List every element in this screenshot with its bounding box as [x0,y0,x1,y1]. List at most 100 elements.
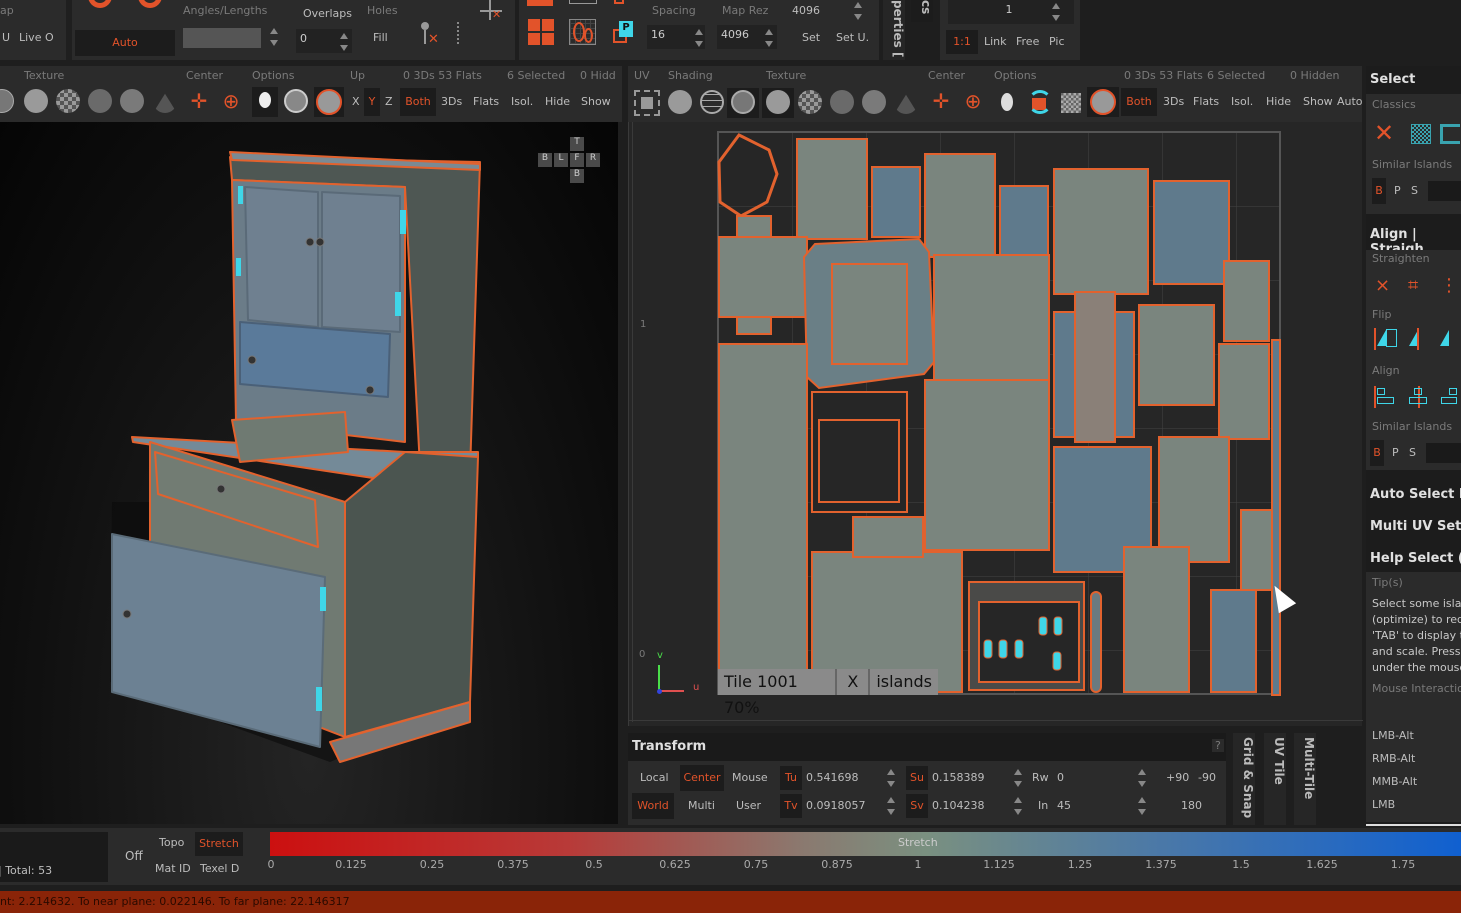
select-title[interactable]: Select [1370,72,1415,87]
similar-b-button[interactable]: B [1372,178,1386,204]
pack-icon-2[interactable] [138,0,162,8]
multi-button[interactable]: Multi [688,799,715,812]
mouse-button[interactable]: Mouse [732,771,768,784]
layout-icon[interactable] [527,0,553,6]
plus90-button[interactable]: +90 [1166,771,1189,784]
wireframe-sphere-icon[interactable] [0,89,14,113]
uv-flat-sphere-icon[interactable] [668,90,692,114]
uv-threeds-button[interactable]: 3Ds [1163,95,1184,108]
mat-id-button[interactable]: Mat ID [155,862,191,875]
top-value-spinner[interactable] [1052,3,1060,21]
auto-button[interactable]: Auto [75,30,175,56]
auto-select-title[interactable]: Auto Select Is [1370,487,1461,502]
both-button[interactable]: Both [400,88,436,116]
transform-help-button[interactable]: ? [1212,739,1224,752]
set-u-button[interactable]: Set U. [836,31,869,44]
grid-icon[interactable] [569,0,597,4]
off-button[interactable]: Off [125,849,143,863]
link-button[interactable]: Link [984,35,1007,48]
axis-y-button[interactable]: Y [364,88,380,116]
pack-icon-1[interactable] [88,0,112,8]
dotted-line-icon[interactable] [457,22,459,44]
tv-spinner[interactable] [887,797,895,815]
live-button[interactable]: Live O [19,31,54,44]
frame-icon[interactable] [634,90,660,116]
uv-light-icon[interactable] [1001,93,1013,111]
uv-wire-sphere-icon[interactable] [700,90,724,114]
uv-wireshade-wrap[interactable] [727,88,759,118]
navcube-right[interactable]: R [586,153,600,167]
uv-mountain-icon[interactable] [894,94,918,114]
select-all-icon[interactable] [1411,124,1431,144]
pin-remove-icon[interactable]: ✕ [420,22,439,47]
ring-sphere-icon[interactable] [284,89,308,113]
angles-spinner[interactable] [270,28,278,46]
su-spinner[interactable] [1014,769,1022,787]
straighten-v-icon[interactable]: ⋮ [1440,275,1458,296]
fill-button[interactable]: Fill [373,31,388,44]
similar-b-button-2[interactable]: B [1370,440,1384,466]
navcube-back[interactable]: B [538,153,552,167]
uv-viewport[interactable]: 1 0 v u Tile 1001 70% X islands [628,122,1363,726]
isol-button[interactable]: Isol. [511,95,533,108]
uv-texture-icon[interactable] [830,90,854,114]
viewport-3d[interactable]: T B L F R B [0,122,618,824]
flip-v-icon[interactable] [1406,328,1430,350]
su-field[interactable]: 0.158389 [932,771,985,784]
uv-checker-icon[interactable] [798,90,822,114]
in-spinner[interactable] [1138,797,1146,815]
move-remove-icon[interactable]: ✕ [478,0,504,24]
tv-field[interactable]: 0.0918057 [806,799,866,812]
tile-close-button[interactable]: X [837,669,871,695]
free-button[interactable]: Free [1016,35,1039,48]
tu-field[interactable]: 0.541698 [806,771,859,784]
center-icon[interactable]: ✛ [186,88,212,114]
ratio-button[interactable]: 1:1 [946,30,978,54]
uv-isol-button[interactable]: Isol. [1231,95,1253,108]
threeds-button[interactable]: 3Ds [441,95,462,108]
multi-tile-tab[interactable]: Multi-Tile [1294,733,1316,825]
texel-d-button[interactable]: Texel D [200,862,239,875]
axis-z-button[interactable]: Z [385,95,393,108]
world-button[interactable]: World [632,793,674,819]
grid-snap-tab[interactable]: Grid & Snap [1233,733,1255,825]
properties-tab[interactable]: perties [ [883,0,905,60]
uv-center-sphere-icon[interactable]: ⊕ [960,88,986,114]
uv-both-button[interactable]: Both [1121,88,1157,116]
checker-sphere-icon[interactable] [56,89,80,113]
similar-field[interactable] [1428,181,1461,201]
map-rez-spinner[interactable] [765,29,773,47]
align-center-icon[interactable] [1408,386,1430,408]
pin-square-icon[interactable]: P [613,21,637,45]
flats-button[interactable]: Flats [473,95,499,108]
cs-tab[interactable]: cs [911,0,933,22]
uv-texflat-wrap[interactable] [762,88,794,118]
spacing-spinner[interactable] [695,29,703,47]
local-button[interactable]: Local [640,771,669,784]
similar-field-2[interactable] [1426,443,1461,463]
uv-matcap-wrap[interactable] [1087,87,1119,117]
center-button[interactable]: Center [680,765,724,791]
square-icon[interactable] [614,0,624,4]
topo-button[interactable]: Topo [159,836,184,849]
axis-x-button[interactable]: X [352,95,360,108]
uv-show-button[interactable]: Show [1303,95,1333,108]
similar-s-button-2[interactable]: S [1409,446,1416,459]
help-select-title[interactable]: Help Select (Is [1370,551,1461,566]
pic-button[interactable]: Pic [1049,35,1065,48]
navcube[interactable]: T B L F R B [538,137,602,185]
in-field[interactable]: 45 [1057,799,1071,812]
uv-auto-button[interactable]: Auto [1337,95,1363,108]
checker-grid-icon[interactable] [1061,93,1081,113]
u-button[interactable]: U [2,31,10,44]
similar-p-button[interactable]: P [1394,184,1401,197]
image-sphere-icon[interactable] [120,89,144,113]
matcap-icon-wrap[interactable] [314,87,344,117]
similar-s-button[interactable]: S [1411,184,1418,197]
flip-h-icon[interactable] [1374,328,1398,350]
map-rez-top-spinner[interactable] [854,2,862,20]
rw-field[interactable]: 0 [1057,771,1064,784]
uv-center-icon[interactable]: ✛ [928,88,954,114]
user-button[interactable]: User [736,799,761,812]
rotate180-button[interactable]: 180 [1181,799,1202,812]
